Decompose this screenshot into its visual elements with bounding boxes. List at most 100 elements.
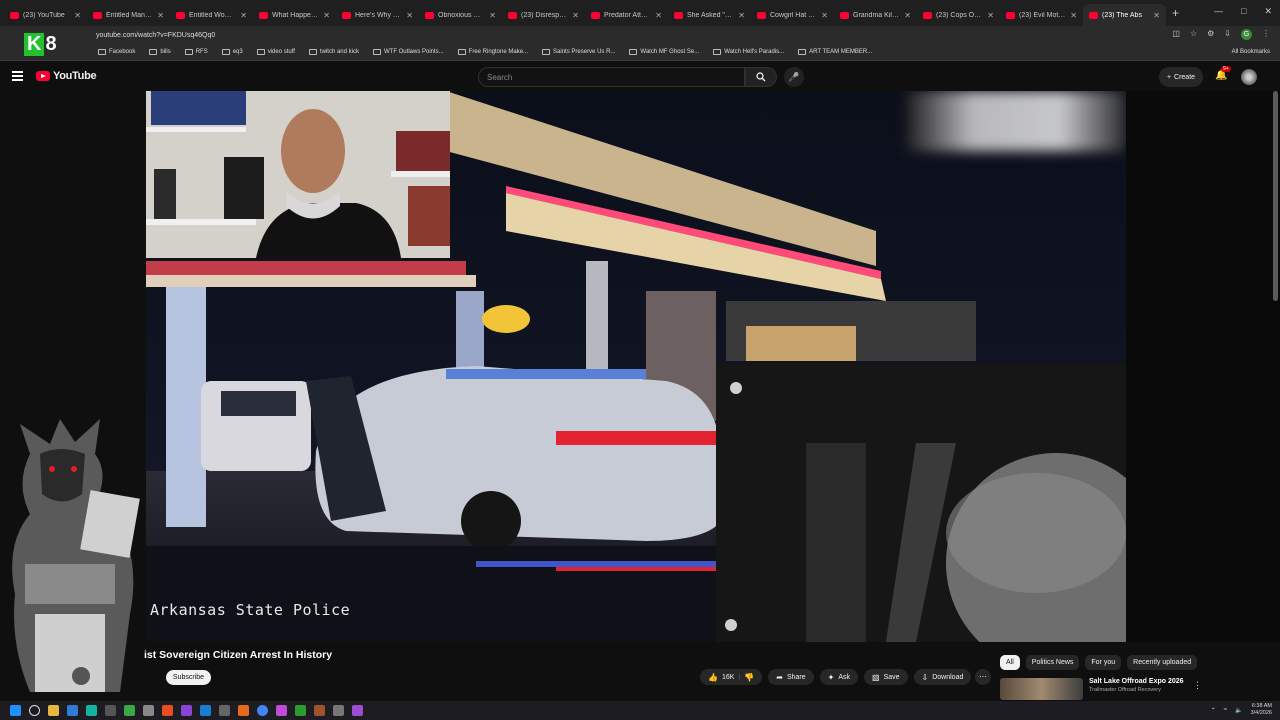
- tab-close-icon[interactable]: ✕: [157, 11, 164, 20]
- app-icon-2[interactable]: [105, 705, 116, 716]
- like-icon[interactable]: 👍: [708, 673, 718, 682]
- browser-tab[interactable]: Entitled Woman ✕: [170, 4, 253, 26]
- mail-icon[interactable]: [67, 705, 78, 716]
- app-icon-7[interactable]: [200, 705, 211, 716]
- browser-tab[interactable]: Grandma Kills 67 ✕: [834, 4, 917, 26]
- browser-tab[interactable]: Entitled Man Turns ✕: [87, 4, 170, 26]
- wifi-icon[interactable]: ≈: [1224, 707, 1227, 713]
- ask-button[interactable]: ✦ Ask: [819, 669, 858, 685]
- all-bookmarks[interactable]: All Bookmarks: [1232, 49, 1270, 55]
- tab-close-icon[interactable]: ✕: [572, 11, 579, 20]
- recommendation-thumbnail[interactable]: [1000, 678, 1083, 700]
- bookmark-item[interactable]: Saints Preserve Us R...: [542, 49, 615, 55]
- browser-tab[interactable]: Predator Attacks ✕: [585, 4, 668, 26]
- tab-close-icon[interactable]: ✕: [406, 11, 413, 20]
- bookmark-item[interactable]: ART TEAM MEMBER...: [798, 49, 872, 55]
- tab-close-icon[interactable]: ✕: [489, 11, 496, 20]
- app-icon-8[interactable]: [219, 705, 230, 716]
- bookmark-item[interactable]: bills: [149, 49, 171, 55]
- subscribe-button[interactable]: Subscribe: [166, 670, 211, 685]
- app-icon-10[interactable]: [295, 705, 306, 716]
- tab-close-icon[interactable]: ✕: [1153, 11, 1160, 20]
- browser-tab[interactable]: (23) The Abs ✕: [1083, 4, 1166, 26]
- page-scrollbar[interactable]: [1273, 91, 1278, 301]
- app-icon-1[interactable]: [86, 705, 97, 716]
- close-window-icon[interactable]: ✕: [1264, 6, 1272, 17]
- menu-hamburger-icon[interactable]: [12, 71, 23, 83]
- bookmark-item[interactable]: WTF Outlaws Points...: [372, 49, 444, 55]
- url-text[interactable]: youtube.com/watch?v=FKDUsq46Qq0: [96, 32, 215, 39]
- bookmark-item[interactable]: Facebook: [98, 49, 135, 55]
- filter-chip[interactable]: Politics News: [1025, 655, 1080, 670]
- browser-tab[interactable]: Obnoxious Woma ✕: [419, 4, 502, 26]
- app-icon-11[interactable]: [314, 705, 325, 716]
- download-icon[interactable]: ⇩: [1224, 29, 1231, 40]
- profile-avatar[interactable]: G: [1241, 29, 1252, 40]
- share-button[interactable]: ➦ Share: [768, 669, 814, 685]
- bookmark-item[interactable]: Watch MF Ghost Se...: [629, 49, 699, 55]
- filter-chip[interactable]: For you: [1085, 655, 1122, 670]
- menu-icon[interactable]: ⋮: [1262, 29, 1270, 40]
- channel-name[interactable]: tis: [96, 672, 104, 681]
- bookmark-item[interactable]: RFS: [184, 49, 208, 55]
- browser-tab[interactable]: She Asked "How ✕: [668, 4, 751, 26]
- extensions-icon[interactable]: ⚙: [1207, 29, 1214, 40]
- channel-avatar[interactable]: [72, 667, 90, 685]
- firefox-icon[interactable]: [238, 705, 249, 716]
- search-taskbar-icon[interactable]: [29, 705, 40, 716]
- settings-icon[interactable]: [333, 705, 344, 716]
- clock[interactable]: 6:38 AM 3/4/2026: [1251, 703, 1272, 717]
- file-explorer-icon[interactable]: [48, 705, 59, 716]
- browser-tab[interactable]: (23) YouTube ✕: [4, 4, 87, 26]
- browser-tab[interactable]: Cowgirl Hat Wom ✕: [751, 4, 834, 26]
- start-icon[interactable]: [10, 705, 21, 716]
- tab-close-icon[interactable]: ✕: [240, 11, 247, 20]
- recommendation-title[interactable]: Salt Lake Offroad Expo 2026: [1089, 678, 1184, 685]
- user-avatar[interactable]: [1241, 69, 1257, 85]
- recommendation-menu-icon[interactable]: ⋮: [1193, 680, 1202, 691]
- channel-info[interactable]: tis: [72, 665, 142, 687]
- create-button[interactable]: + Create: [1159, 67, 1203, 87]
- star-icon[interactable]: ☆: [1190, 29, 1197, 40]
- youtube-logo[interactable]: YouTube: [36, 70, 97, 82]
- new-tab-button[interactable]: +: [1172, 6, 1179, 20]
- browser-tab[interactable]: What Happens W ✕: [253, 4, 336, 26]
- tab-close-icon[interactable]: ✕: [655, 11, 662, 20]
- browser-tab[interactable]: (23) Cops Open ✕: [917, 4, 1000, 26]
- browser-tab[interactable]: (23) Disrespectful ✕: [502, 4, 585, 26]
- bookmark-item[interactable]: video stuff: [256, 49, 295, 55]
- more-actions-button[interactable]: ⋯: [975, 669, 991, 685]
- recommendation-item[interactable]: Salt Lake Offroad Expo 2026 Trailmaster …: [1000, 678, 1184, 700]
- volume-icon[interactable]: 🔈: [1235, 707, 1242, 714]
- app-icon-5[interactable]: [162, 705, 173, 716]
- minimize-icon[interactable]: —: [1214, 6, 1223, 17]
- bookmark-item[interactable]: eq3: [221, 49, 243, 55]
- tab-close-icon[interactable]: ✕: [987, 11, 994, 20]
- download-button[interactable]: ⇩ Download: [913, 669, 972, 685]
- search-button[interactable]: [745, 67, 777, 87]
- app-icon-6[interactable]: [181, 705, 192, 716]
- app-icon-3[interactable]: [124, 705, 135, 716]
- tab-close-icon[interactable]: ✕: [74, 11, 81, 20]
- search-input[interactable]: Search: [478, 67, 745, 87]
- like-count[interactable]: 16K: [722, 674, 734, 681]
- browser-tab[interactable]: Here's Why You D ✕: [336, 4, 419, 26]
- app-icon-9[interactable]: [276, 705, 287, 716]
- app-icon-4[interactable]: [143, 705, 154, 716]
- recommendation-channel[interactable]: Trailmaster Offroad Recovery: [1089, 687, 1184, 693]
- browser-tab[interactable]: (23) Evil Mother ✕: [1000, 4, 1083, 26]
- tray-up-icon[interactable]: ⌃: [1211, 707, 1216, 714]
- tab-close-icon[interactable]: ✕: [821, 11, 828, 20]
- dislike-icon[interactable]: 👎: [744, 673, 754, 682]
- save-button[interactable]: ▧ Save: [864, 669, 908, 685]
- bookmark-item[interactable]: Free Ringtone Make...: [457, 49, 528, 55]
- tab-close-icon[interactable]: ✕: [738, 11, 745, 20]
- app-icon-12[interactable]: [352, 705, 363, 716]
- voice-search-button[interactable]: 🎤: [784, 67, 804, 87]
- tab-close-icon[interactable]: ✕: [904, 11, 911, 20]
- install-icon[interactable]: ◫: [1172, 29, 1180, 40]
- filter-chip[interactable]: All: [1000, 655, 1020, 670]
- maximize-icon[interactable]: □: [1241, 6, 1246, 17]
- tab-close-icon[interactable]: ✕: [1070, 11, 1077, 20]
- bookmark-item[interactable]: Watch Hell's Paradis...: [713, 49, 784, 55]
